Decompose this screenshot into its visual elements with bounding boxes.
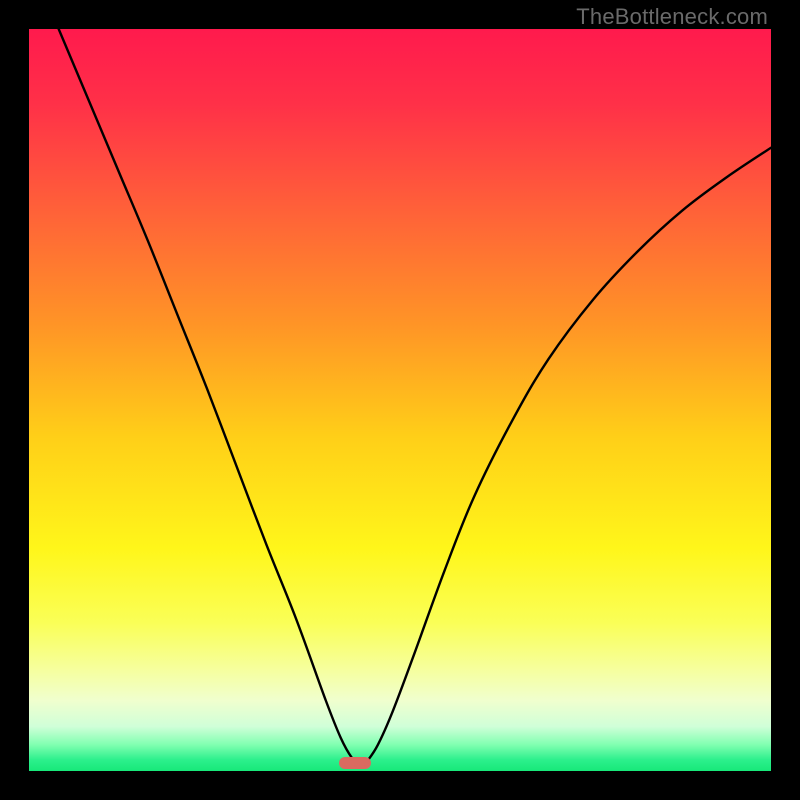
plot-frame [29, 29, 771, 771]
watermark-text: TheBottleneck.com [576, 4, 768, 30]
optimum-marker [339, 757, 371, 769]
bottleneck-curve [29, 29, 771, 771]
